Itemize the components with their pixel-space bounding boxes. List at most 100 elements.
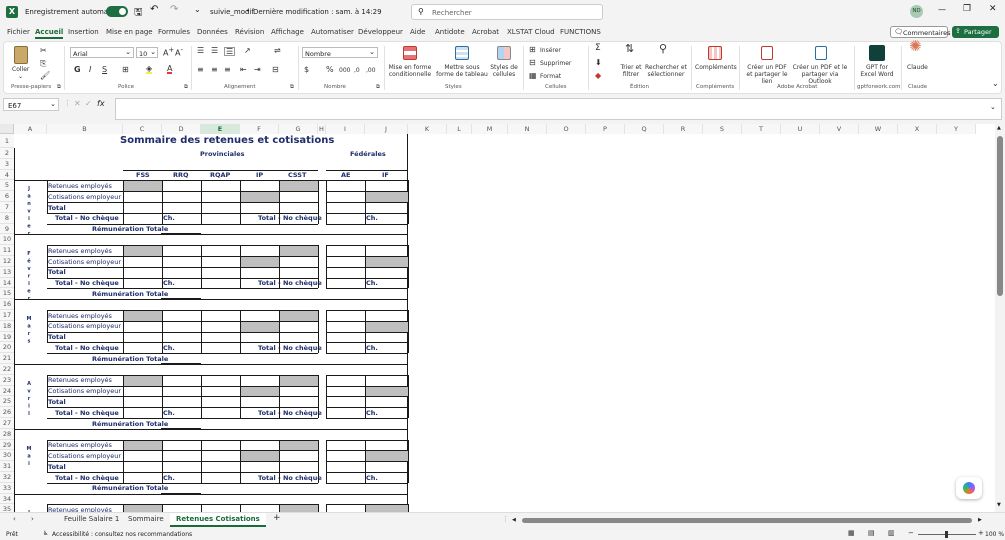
align-bottom-icon[interactable]: ☰ [224,47,236,56]
column-header-D[interactable]: D [162,124,201,134]
column-header-A[interactable]: A [14,124,47,134]
row-header-8[interactable]: 8 [0,212,14,224]
share-button[interactable]: ⇪ Partager [952,26,999,38]
column-header-B[interactable]: B [47,124,123,134]
zoom-out-icon[interactable]: − [908,529,914,537]
tab-feuille-salaire-1[interactable]: Feuille Salaire 1 [64,515,119,523]
row-header-3[interactable]: 3 [0,158,14,170]
menu-developpeur[interactable]: Développeur [358,28,403,36]
qat-more-icon[interactable]: ⌄ [194,5,201,14]
row-header-2[interactable]: 2 [0,148,14,159]
pdf-share-label[interactable]: Créer un PDF et partager le lien [744,64,790,85]
row-header-27[interactable]: 27 [0,418,14,429]
page-layout-icon[interactable]: ▤ [868,529,875,537]
row-header-19[interactable]: 19 [0,331,14,343]
row-header-4[interactable]: 4 [0,169,14,181]
decrease-decimal-icon[interactable]: ,00 [366,67,376,74]
row-header-20[interactable]: 20 [0,342,14,354]
increase-decimal-icon[interactable]: ,0 [354,67,360,74]
row-header-13[interactable]: 13 [0,266,14,278]
zoom-in-icon[interactable]: + [978,529,984,537]
zoom-level[interactable]: 100 % [985,531,1004,538]
select-all-corner[interactable] [0,124,14,134]
format-label[interactable]: Format [540,73,561,80]
row-header-14[interactable]: 14 [0,277,14,289]
column-header-F[interactable]: F [240,124,279,134]
row-header-10[interactable]: 10 [0,234,14,246]
row-header-17[interactable]: 17 [0,310,14,321]
worksheet-grid[interactable]: ABCDEFGHIJKLMNOPQRSTUVWXY 1 2 3 4 5 6 7 8 9 10 11 1… [0,124,995,512]
underline-button[interactable]: S [102,66,107,74]
row-header-9[interactable]: 9 [0,223,14,235]
column-header-V[interactable]: V [820,124,859,134]
percent-icon[interactable]: % [326,66,334,74]
column-header-L[interactable]: L [447,124,472,134]
scroll-left-icon[interactable]: ◀ [512,517,516,523]
next-sheet-icon[interactable]: › [31,515,34,523]
zoom-slider[interactable] [918,531,976,538]
menu-insertion[interactable]: Insertion [68,28,99,36]
cancel-icon[interactable]: ✕ [74,99,81,108]
autosave-toggle[interactable] [106,6,128,17]
row-header-7[interactable]: 7 [0,202,14,213]
row-header-12[interactable]: 12 [0,256,14,267]
increase-indent-icon[interactable]: ⇥ [254,66,261,74]
row-header-11[interactable]: 11 [0,245,14,256]
clipboard-launcher-icon[interactable]: ⧉ [57,84,61,91]
vertical-scroll-thumb[interactable] [997,136,1003,296]
copy-icon[interactable]: ⎘ [40,60,46,68]
undo-icon[interactable]: ↶ [150,4,158,15]
wrap-text-icon[interactable]: ⇌ [274,47,281,55]
column-header-K[interactable]: K [408,124,447,134]
scroll-up-icon[interactable]: ▲ [997,125,1001,131]
align-top-icon[interactable]: ☰ [197,47,204,55]
column-header-H[interactable]: H [318,124,326,134]
menu-revision[interactable]: Révision [235,28,264,36]
accessibility-status[interactable]: Accessibilité : consultez nos recommanda… [52,531,192,538]
horizontal-scrollbar[interactable]: ◀ ▶ [512,517,987,525]
format-painter-icon[interactable]: 🖌 [40,72,50,80]
addins-icon[interactable] [708,46,722,60]
row-header-33[interactable]: 33 [0,482,14,494]
row-header-18[interactable]: 18 [0,320,14,332]
fill-icon[interactable]: ⬇ [595,59,602,67]
column-header-Q[interactable]: Q [625,124,664,134]
decrease-indent-icon[interactable]: ⇤ [240,66,247,74]
column-header-E[interactable]: E [201,124,240,134]
row-header-16[interactable]: 16 [0,299,14,310]
cell-styles-label[interactable]: Styles de cellules [490,64,518,78]
row-header-24[interactable]: 24 [0,385,14,397]
menu-antidote[interactable]: Antidote [435,28,465,36]
row-header-34[interactable]: 34 [0,493,14,505]
redo-icon[interactable]: ↷ [170,4,178,15]
pdf-outlook-icon[interactable] [815,46,827,60]
menu-affichage[interactable]: Affichage [271,28,304,36]
row-header-35[interactable]: 35 [0,504,14,512]
row-header-25[interactable]: 25 [0,396,14,408]
menu-acrobat[interactable]: Acrobat [472,28,499,36]
tab-sommaire[interactable]: Sommaire [128,515,164,523]
page-break-icon[interactable]: ▥ [888,529,895,537]
delete-label[interactable]: Supprimer [540,60,571,67]
normal-view-icon[interactable]: ▦ [848,529,855,537]
addins-label[interactable]: Compléments [695,64,737,71]
horizontal-scroll-thumb[interactable] [522,518,972,523]
row-header-1[interactable]: 1 [0,134,14,148]
paste-label[interactable]: Coller [12,66,29,73]
avatar[interactable]: ND [910,5,923,18]
row-header-31[interactable]: 31 [0,461,14,472]
font-color-icon[interactable]: A [167,65,173,74]
find-select-label[interactable]: Rechercher et sélectionner [644,64,688,78]
bold-button[interactable]: G [74,66,81,74]
menu-functions[interactable]: FUNCTIONS [560,28,601,36]
currency-icon[interactable]: $ [304,66,309,74]
cell-styles-icon[interactable] [497,46,511,60]
pdf-share-icon[interactable] [761,46,773,60]
scroll-right-icon[interactable]: ▶ [978,517,982,523]
orientation-icon[interactable]: ↗ [244,47,251,55]
pdf-outlook-label[interactable]: Créer un PDF et le partager via Outlook [791,64,849,85]
column-header-N[interactable]: N [508,124,547,134]
prev-sheet-icon[interactable]: ‹ [13,515,16,523]
paste-icon[interactable] [14,46,28,64]
collapse-ribbon-icon[interactable]: ⌄ [992,80,999,88]
